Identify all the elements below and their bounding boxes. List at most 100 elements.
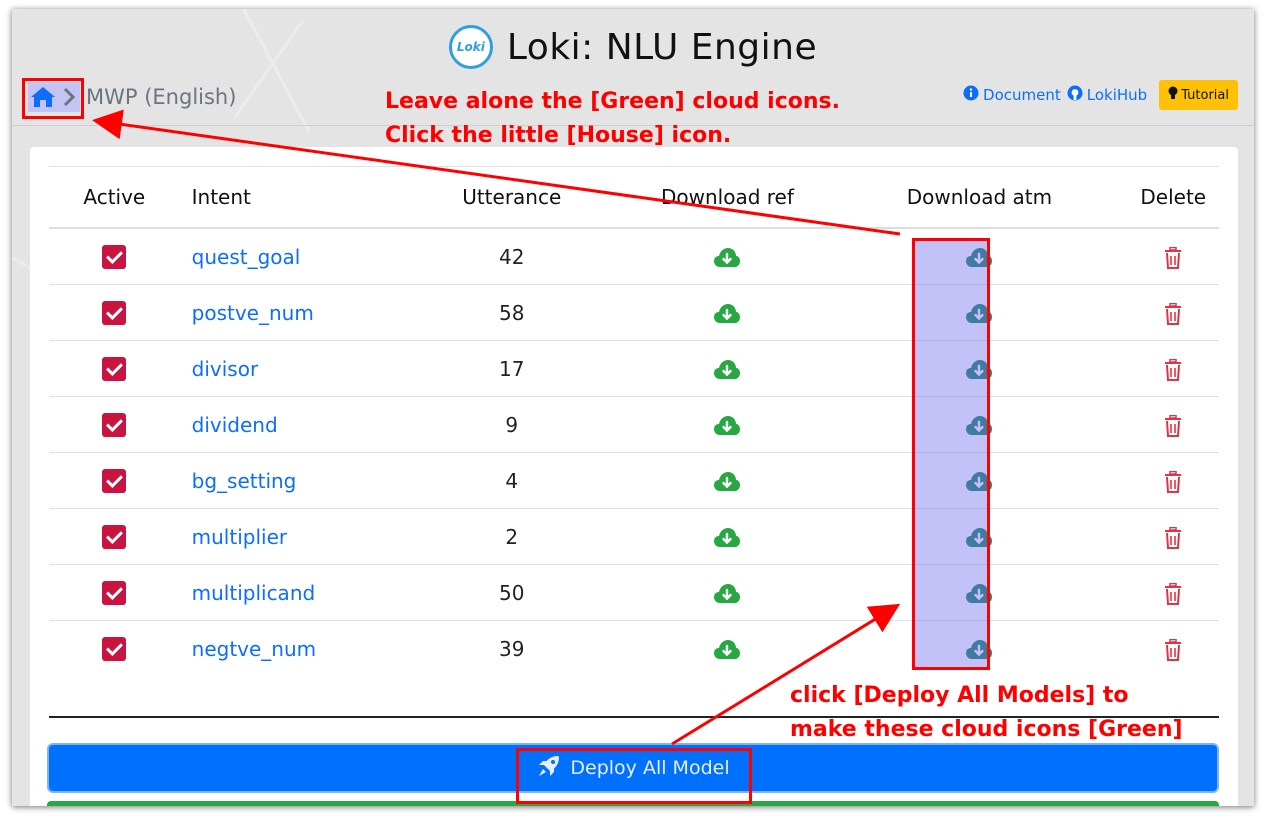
utterance-cell: 17: [399, 340, 624, 397]
cloud-download-ref-icon[interactable]: [713, 527, 741, 549]
intent-link[interactable]: dividend: [192, 413, 278, 437]
active-cell: [49, 452, 180, 509]
tutorial-button-label: Tutorial: [1181, 87, 1229, 103]
info-circle-icon: [963, 85, 979, 105]
cloud-download-ref-icon[interactable]: [713, 303, 741, 325]
trash-icon[interactable]: [1164, 470, 1182, 493]
delete-cell: [1127, 508, 1219, 565]
document-link[interactable]: Document: [963, 85, 1061, 105]
intent-cell: quest_goal: [179, 228, 400, 285]
intent-cell: postve_num: [179, 284, 400, 341]
delete-cell: [1127, 340, 1219, 397]
logo-text: Loki: [456, 40, 485, 54]
active-checkbox[interactable]: [102, 357, 127, 382]
intent-link[interactable]: multiplier: [192, 525, 287, 549]
utterance-cell: 4: [399, 452, 624, 509]
header-active: Active: [49, 166, 180, 229]
annotation-text-bottom-2: make these cloud icons [Green]: [790, 717, 1183, 742]
breadcrumb-current: MWP (English): [86, 85, 237, 109]
trash-icon[interactable]: [1164, 358, 1182, 381]
annotation-box-deploy: [516, 748, 752, 804]
table-row: bg_setting 4: [49, 452, 1219, 509]
utterance-cell: 39: [400, 621, 624, 677]
table-row: dividend 9: [49, 396, 1219, 453]
utterance-cell: 9: [399, 396, 624, 453]
active-checkbox[interactable]: [102, 637, 127, 662]
delete-cell: [1127, 621, 1219, 677]
cloud-download-ref-icon[interactable]: [713, 247, 741, 269]
app-title: Loki: NLU Engine: [506, 26, 818, 68]
download-ref-cell: [623, 452, 832, 509]
intent-link[interactable]: bg_setting: [192, 469, 297, 493]
table-row: multiplicand 50: [49, 564, 1219, 621]
active-cell: [49, 340, 180, 397]
annotation-text-top-1: Leave alone the [Green] cloud icons.: [385, 89, 840, 114]
active-checkbox[interactable]: [102, 525, 127, 550]
utterance-cell: 42: [399, 228, 624, 285]
download-ref-cell: [623, 508, 832, 565]
trash-icon[interactable]: [1164, 302, 1182, 325]
delete-cell: [1127, 228, 1219, 285]
active-checkbox[interactable]: [102, 469, 127, 494]
delete-cell: [1127, 396, 1219, 453]
cloud-download-ref-icon[interactable]: [713, 639, 741, 661]
active-checkbox[interactable]: [102, 301, 127, 326]
cloud-download-ref-icon[interactable]: [713, 359, 741, 381]
lokihub-link-label: LokiHub: [1086, 86, 1148, 104]
loki-logo: Loki: [448, 25, 493, 69]
annotation-box-atm-column: [912, 238, 990, 670]
active-cell: [49, 621, 180, 677]
intent-link[interactable]: quest_goal: [192, 245, 301, 269]
tutorial-button[interactable]: Tutorial: [1159, 80, 1238, 110]
intent-cell: bg_setting: [179, 452, 400, 509]
trash-icon[interactable]: [1164, 414, 1182, 437]
intent-cell: dividend: [179, 396, 400, 453]
table-row: quest_goal 42: [49, 228, 1219, 285]
table-row: negtve_num 39: [49, 621, 1219, 677]
trash-icon[interactable]: [1164, 582, 1182, 605]
download-ref-cell: [624, 621, 832, 677]
trash-icon[interactable]: [1164, 526, 1182, 549]
delete-cell: [1127, 284, 1219, 341]
active-cell: [49, 284, 180, 341]
lokihub-link[interactable]: LokiHub: [1067, 85, 1147, 105]
header-intent: Intent: [179, 166, 400, 229]
active-checkbox[interactable]: [102, 413, 127, 438]
active-checkbox[interactable]: [102, 245, 127, 270]
active-cell: [49, 396, 180, 453]
utterance-cell: 2: [399, 508, 624, 565]
intent-link[interactable]: multiplicand: [192, 581, 316, 605]
utterance-count: 4: [505, 468, 519, 493]
download-ref-cell: [623, 340, 832, 397]
header-download-atm: Download atm: [831, 166, 1128, 229]
annotation-box-home: [22, 78, 84, 119]
intent-cell: negtve_num: [180, 621, 400, 677]
utterance-cell: 50: [399, 564, 624, 621]
intent-link[interactable]: negtve_num: [192, 637, 317, 661]
trash-icon[interactable]: [1164, 246, 1182, 269]
active-cell: [49, 508, 180, 565]
active-checkbox[interactable]: [102, 581, 127, 606]
delete-cell: [1127, 564, 1219, 621]
download-ref-cell: [623, 284, 832, 341]
cloud-download-ref-icon[interactable]: [713, 415, 741, 437]
delete-cell: [1127, 452, 1219, 509]
github-icon: [1067, 85, 1083, 105]
cloud-download-ref-icon[interactable]: [713, 471, 741, 493]
intent-link[interactable]: divisor: [192, 357, 259, 381]
trash-icon[interactable]: [1164, 638, 1182, 661]
utterance-cell: 58: [399, 284, 624, 341]
lightbulb-icon: [1168, 86, 1178, 104]
header-utterance: Utterance: [399, 166, 624, 229]
title-bar: Loki Loki: NLU Engine: [12, 21, 1254, 73]
utterance-count: 39: [499, 636, 525, 661]
intent-cell: multiplier: [179, 508, 400, 565]
utterance-count: 50: [499, 580, 525, 605]
intent-link[interactable]: postve_num: [192, 301, 314, 325]
header-delete: Delete: [1127, 166, 1219, 229]
intent-table-body: quest_goal 42 postve_num 58 divisor 17 dividen…: [49, 228, 1219, 676]
utterance-count: 42: [499, 244, 525, 269]
annotation-text-top-2: Click the little [House] icon.: [385, 123, 732, 148]
cloud-download-ref-icon[interactable]: [713, 583, 741, 605]
annotation-text-bottom-1: click [Deploy All Models] to: [790, 683, 1129, 708]
